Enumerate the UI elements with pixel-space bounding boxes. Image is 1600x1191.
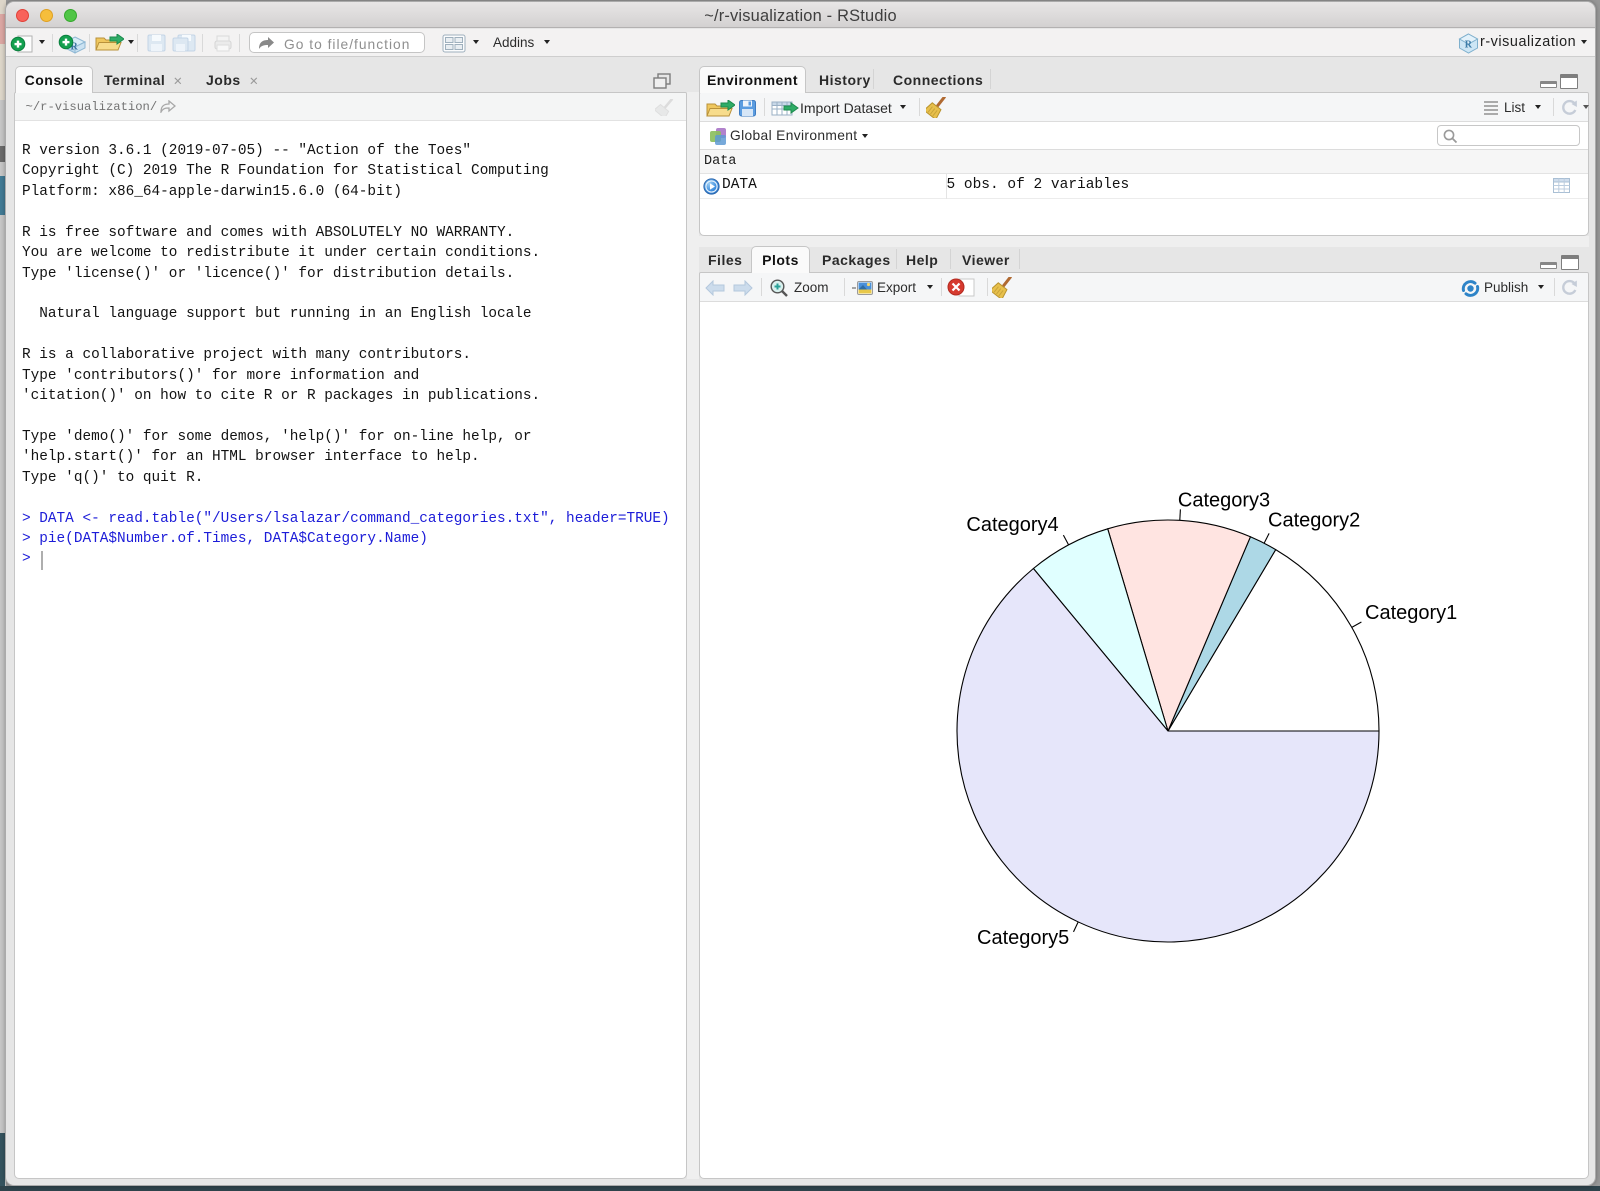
svg-text:R: R [1465, 40, 1473, 51]
svg-text:Category5: Category5 [977, 927, 1069, 949]
svg-text:Category3: Category3 [1178, 490, 1270, 512]
svg-text:Category4: Category4 [966, 514, 1058, 536]
svg-text:Category2: Category2 [1268, 510, 1360, 532]
svg-text:Category1: Category1 [1365, 602, 1457, 624]
